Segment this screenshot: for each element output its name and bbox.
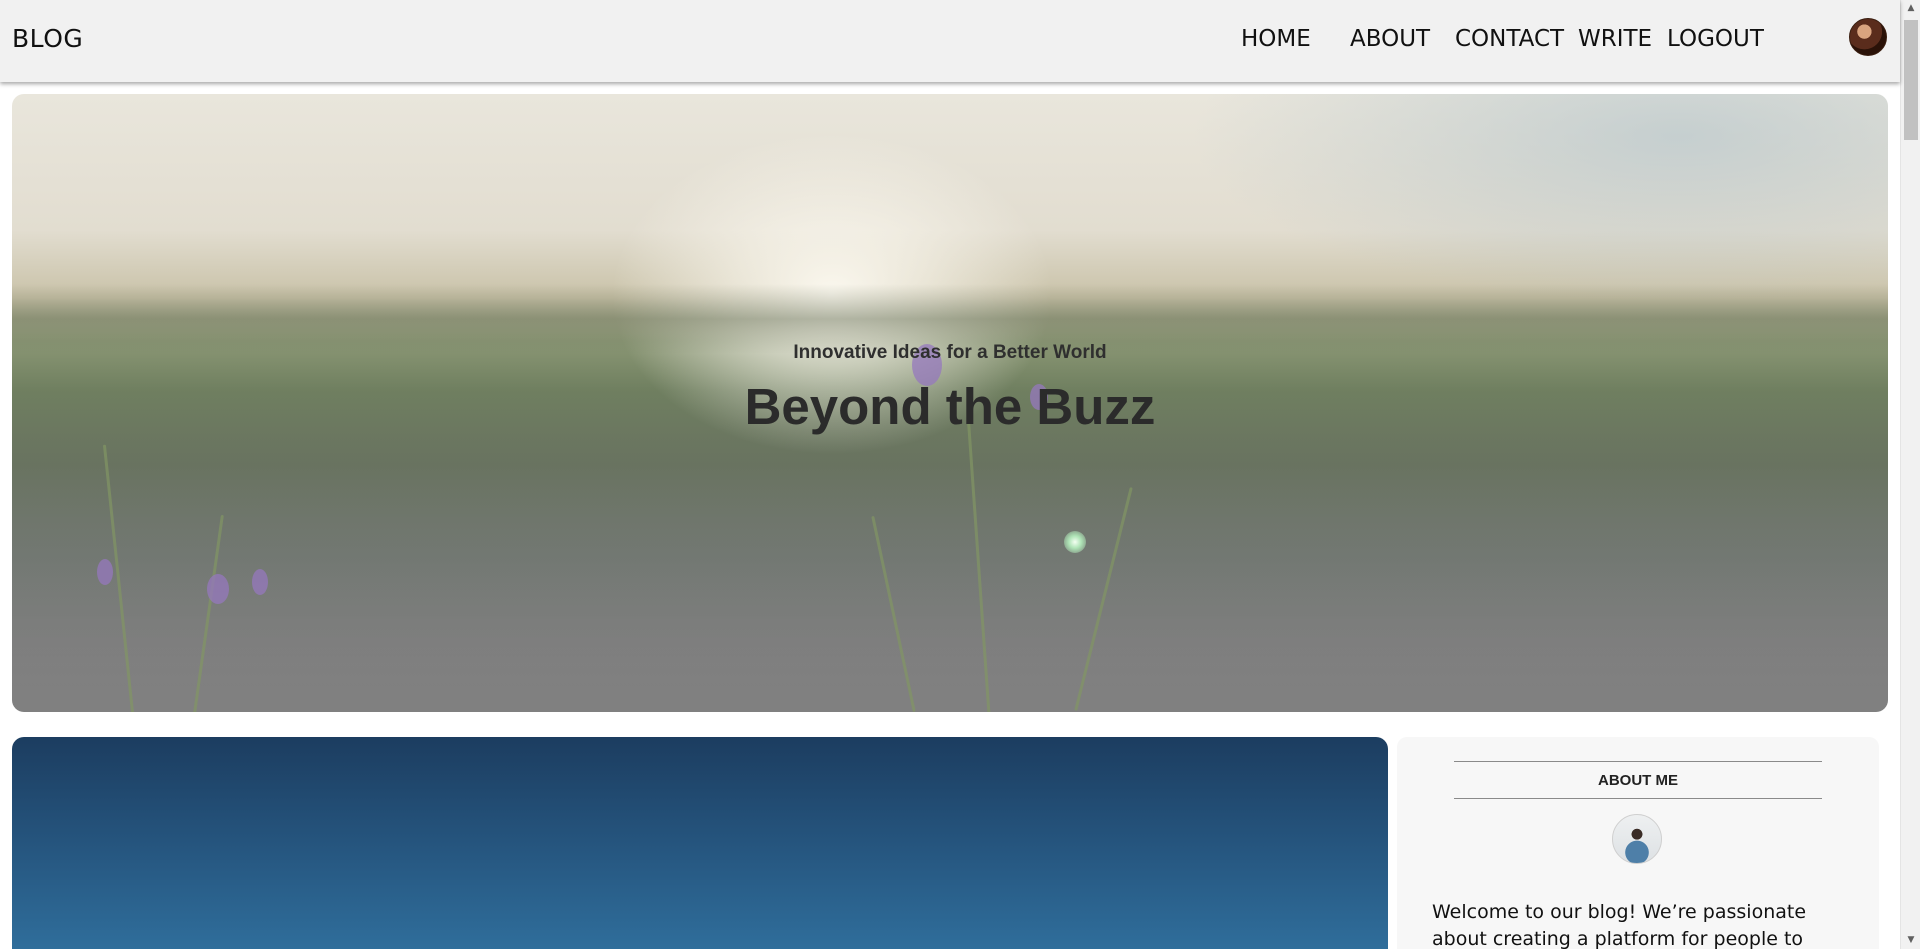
nav-contact-link[interactable]: CONTACT <box>1455 26 1564 52</box>
nav-home-link[interactable]: HOME <box>1241 26 1311 52</box>
flower-stem <box>966 414 991 712</box>
sidebar-avatar <box>1612 814 1662 864</box>
post-thumbnail[interactable] <box>12 737 1388 949</box>
nav-logout-link[interactable]: LOGOUT <box>1667 26 1764 52</box>
sidebar-about-text: Welcome to our blog! We’re passionate ab… <box>1432 901 1807 949</box>
sun-glint <box>1064 531 1086 553</box>
flower-stem <box>871 515 916 712</box>
flower-bud <box>252 569 268 595</box>
nav-about-link[interactable]: ABOUT <box>1350 26 1430 52</box>
scroll-up-arrow-icon[interactable]: ▲ <box>1901 0 1920 17</box>
hero-title: Beyond the Buzz <box>744 378 1156 435</box>
flower-stem <box>193 514 224 712</box>
brand-logo[interactable]: BLOG <box>12 24 83 53</box>
user-avatar[interactable] <box>1849 18 1887 56</box>
vertical-scrollbar[interactable]: ▲ ▼ <box>1900 0 1920 949</box>
flower-bud <box>97 559 113 585</box>
hero-subtitle: Innovative Ideas for a Better World <box>793 342 1107 363</box>
hero-sky <box>1188 94 1888 304</box>
scroll-down-arrow-icon[interactable]: ▼ <box>1901 932 1920 949</box>
flower-stem <box>1074 487 1133 711</box>
hero-banner: Innovative Ideas for a Better World Beyo… <box>12 94 1888 712</box>
top-navbar: BLOG HOME ABOUT CONTACT WRITE LOGOUT <box>0 0 1900 82</box>
sidebar-title: ABOUT ME <box>1454 761 1822 799</box>
scrollbar-thumb[interactable] <box>1904 20 1918 140</box>
flower-bud <box>207 574 229 604</box>
sidebar-about-me: ABOUT ME Welcome to our blog! We’re pass… <box>1397 737 1879 949</box>
nav-write-link[interactable]: WRITE <box>1578 26 1652 52</box>
